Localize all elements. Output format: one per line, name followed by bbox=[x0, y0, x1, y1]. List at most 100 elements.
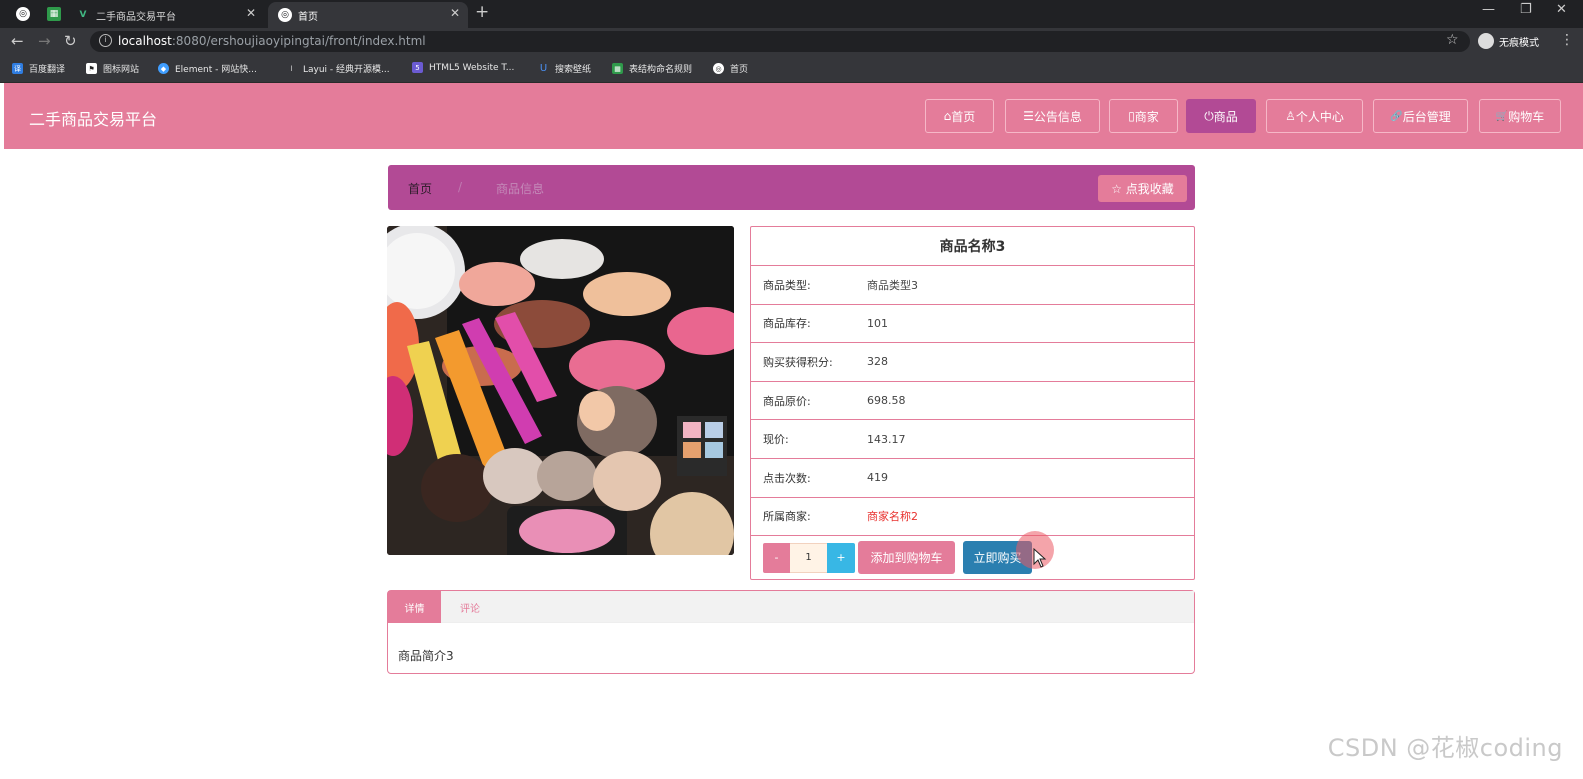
detail-row-merchant: 所属商家: 商家名称2 bbox=[751, 498, 1194, 537]
favorite-button[interactable]: ☆ 点我收藏 bbox=[1098, 175, 1187, 202]
info-icon[interactable]: i bbox=[99, 34, 112, 47]
detail-row-original-price: 商品原价: 698.58 bbox=[751, 382, 1194, 421]
new-tab-icon[interactable]: + bbox=[475, 2, 489, 22]
nav-label: 购物车 bbox=[1508, 109, 1545, 124]
incognito-label: 无痕模式 bbox=[1499, 37, 1539, 49]
window-close-icon[interactable]: ✕ bbox=[1556, 2, 1567, 17]
reload-icon[interactable]: ↻ bbox=[64, 32, 77, 50]
home-icon: ⌂ bbox=[943, 109, 952, 123]
detail-value: 101 bbox=[867, 316, 888, 330]
detail-tabs-panel: 详情 评论 商品简介3 bbox=[387, 590, 1195, 674]
minimize-icon[interactable]: — bbox=[1482, 2, 1495, 17]
nav-label: 首页 bbox=[951, 109, 976, 124]
cart-icon: 🛒 bbox=[1495, 110, 1509, 122]
bookmark-label: 图标网站 bbox=[103, 65, 140, 75]
tab-title: 首页 bbox=[298, 11, 318, 23]
nav-cart-button[interactable]: 🛒 购物车 bbox=[1479, 99, 1561, 133]
breadcrumb: 首页 / 商品信息 ☆ 点我收藏 bbox=[388, 165, 1195, 210]
bookmark-label: 表结构命名规则 bbox=[629, 65, 693, 75]
mouse-cursor-icon bbox=[1033, 548, 1047, 568]
close-icon[interactable]: ✕ bbox=[450, 6, 460, 20]
announcement-icon: ☰ bbox=[1023, 109, 1034, 123]
address-bar: ← → ↻ i localhost:8080/ershoujiaoyipingt… bbox=[0, 28, 1583, 55]
nav-goods-button[interactable]: ⏻ 商品 bbox=[1186, 99, 1256, 133]
nav-label: 后台管理 bbox=[1402, 109, 1451, 124]
restore-icon[interactable]: ❐ bbox=[1520, 2, 1532, 17]
nav-profile-button[interactable]: ♙ 个人中心 bbox=[1266, 99, 1363, 133]
bookmark-label: 搜索壁纸 bbox=[555, 65, 592, 75]
bookmark-item[interactable]: 译百度翻译 bbox=[12, 62, 65, 75]
bookmark-label: HTML5 Website T... bbox=[429, 62, 515, 73]
globe-icon[interactable]: ◎ bbox=[16, 7, 30, 21]
product-image bbox=[387, 226, 734, 555]
detail-value: 419 bbox=[867, 471, 888, 485]
menu-icon[interactable]: ⋮ bbox=[1560, 32, 1574, 48]
detail-value: 698.58 bbox=[867, 394, 906, 408]
user-icon: ♙ bbox=[1285, 109, 1296, 123]
detail-label: 现价: bbox=[763, 433, 789, 447]
detail-tabs-bar: 详情 评论 bbox=[388, 591, 1194, 623]
purchase-actions: - 1 + 添加到购物车 立即购买 bbox=[751, 536, 1194, 579]
bookmark-item[interactable]: ◆ Element - 网站快... bbox=[158, 62, 257, 75]
detail-label: 商品类型: bbox=[763, 278, 811, 292]
browser-tab-1[interactable]: V 二手商品交易平台 ✕ bbox=[76, 2, 264, 28]
bookmark-item[interactable]: ⚑ 图标网站 bbox=[86, 62, 139, 75]
power-icon: ⏻ bbox=[1204, 108, 1214, 123]
detail-row-stock: 商品库存: 101 bbox=[751, 305, 1194, 344]
breadcrumb-home-link[interactable]: 首页 bbox=[408, 180, 432, 197]
detail-row-current-price: 现价: 143.17 bbox=[751, 420, 1194, 459]
bookmark-item[interactable]: U 搜索壁纸 bbox=[538, 62, 591, 75]
nav-merchant-button[interactable]: ▯ 商家 bbox=[1109, 99, 1178, 133]
url-field[interactable]: i localhost:8080/ershoujiaoyipingtai/fro… bbox=[90, 31, 1470, 52]
bookmark-item[interactable]: l Layui - 经典开源模... bbox=[286, 62, 390, 76]
flag-icon: ⚑ bbox=[86, 63, 97, 74]
quantity-increment-button[interactable]: + bbox=[827, 542, 855, 573]
breadcrumb-current: 商品信息 bbox=[496, 182, 545, 196]
forward-icon[interactable]: → bbox=[38, 32, 51, 50]
browser-tab-2[interactable]: ◎ 首页 ✕ bbox=[268, 2, 468, 28]
nav-label: 商品 bbox=[1213, 109, 1238, 124]
detail-label: 商品原价: bbox=[763, 394, 811, 408]
nav-home-button[interactable]: ⌂ 首页 bbox=[925, 99, 994, 133]
product-photo bbox=[387, 226, 734, 555]
nav-admin-button[interactable]: 🔗 后台管理 bbox=[1373, 99, 1468, 133]
link-icon: 🔗 bbox=[1390, 110, 1403, 122]
sheet-icon[interactable]: ▦ bbox=[47, 7, 61, 21]
bookmark-item[interactable]: ◎ 首页 bbox=[713, 62, 748, 75]
translate-icon: 译 bbox=[12, 63, 23, 74]
tab-title: 二手商品交易平台 bbox=[96, 11, 176, 23]
close-icon[interactable]: ✕ bbox=[246, 6, 256, 20]
url-text: localhost:8080/ershoujiaoyipingtai/front… bbox=[118, 34, 426, 48]
site-title: 二手商品交易平台 bbox=[29, 110, 158, 129]
html5-icon: 5 bbox=[412, 62, 423, 73]
url-host: localhost bbox=[118, 34, 172, 48]
add-to-cart-button[interactable]: 添加到购物车 bbox=[858, 541, 955, 575]
detail-label: 商品库存: bbox=[763, 317, 811, 331]
detail-row-points: 购买获得积分: 328 bbox=[751, 343, 1194, 382]
globe-icon: ◎ bbox=[713, 63, 724, 74]
incognito-icon bbox=[1478, 33, 1494, 49]
bookmark-star-icon[interactable]: ☆ bbox=[1446, 32, 1459, 48]
store-icon: ▯ bbox=[1128, 109, 1135, 123]
layui-icon: l bbox=[290, 64, 293, 73]
detail-label: 所属商家: bbox=[763, 510, 811, 524]
detail-value: 328 bbox=[867, 355, 888, 369]
merchant-link[interactable]: 商家名称2 bbox=[867, 508, 918, 524]
detail-row-type: 商品类型: 商品类型3 bbox=[751, 266, 1194, 305]
tab-details[interactable]: 详情 bbox=[388, 591, 441, 623]
detail-value: 143.17 bbox=[867, 432, 906, 446]
nav-label: 公告信息 bbox=[1033, 109, 1082, 124]
bookmark-label: Element - 网站快... bbox=[175, 65, 257, 75]
back-icon[interactable]: ← bbox=[11, 32, 24, 50]
bookmark-item[interactable]: 5 HTML5 Website T... bbox=[412, 62, 514, 73]
incognito-badge[interactable]: 无痕模式 bbox=[1478, 33, 1539, 49]
quantity-input[interactable]: 1 bbox=[790, 542, 827, 573]
detail-label: 购买获得积分: bbox=[763, 355, 833, 369]
bookmark-item[interactable]: ▦ 表结构命名规则 bbox=[612, 62, 692, 75]
tab-comments[interactable]: 评论 bbox=[448, 591, 492, 623]
nav-label: 个人中心 bbox=[1295, 109, 1344, 124]
nav-announcement-button[interactable]: ☰ 公告信息 bbox=[1005, 99, 1100, 133]
product-description: 商品简介3 bbox=[398, 649, 454, 663]
quantity-decrement-button[interactable]: - bbox=[763, 542, 790, 573]
bookmark-label: 首页 bbox=[730, 65, 749, 75]
